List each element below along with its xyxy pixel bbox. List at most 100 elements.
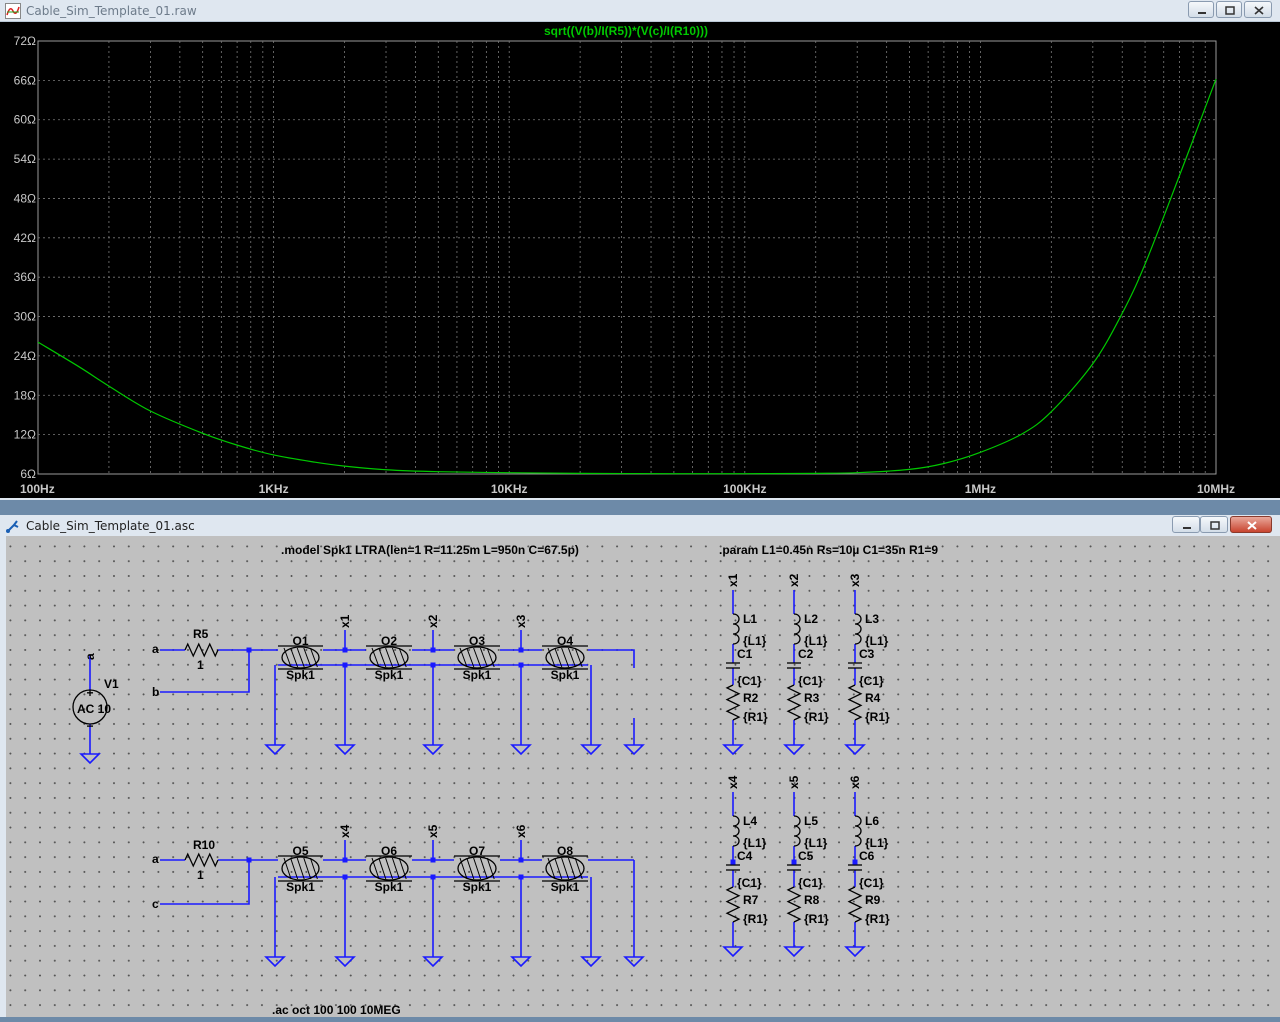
capacitor-value-label[interactable]: {C1} bbox=[737, 876, 762, 890]
ground-symbol[interactable] bbox=[722, 946, 744, 958]
line-name-label[interactable]: O8 bbox=[557, 844, 573, 858]
tap-label-x4[interactable]: x4 bbox=[338, 824, 352, 838]
tap-label-x2[interactable]: x2 bbox=[426, 614, 440, 628]
line-model-label[interactable]: Spk1 bbox=[375, 668, 404, 682]
ground-symbol[interactable] bbox=[844, 744, 866, 756]
ground-symbol[interactable] bbox=[334, 956, 356, 968]
line-model-label[interactable]: Spk1 bbox=[463, 880, 492, 894]
minimize-button[interactable] bbox=[1188, 1, 1214, 18]
inductor-name-label[interactable]: L4 bbox=[743, 814, 757, 828]
inductor-name-label[interactable]: L1 bbox=[743, 612, 757, 626]
inductor-value-label[interactable]: {L1} bbox=[743, 634, 767, 648]
capacitor-name-label[interactable]: C2 bbox=[798, 647, 814, 661]
close-button[interactable] bbox=[1244, 1, 1272, 18]
rlc-tap-label[interactable]: x6 bbox=[848, 775, 862, 789]
resistor-symbol[interactable] bbox=[786, 886, 802, 923]
resistor-symbol[interactable] bbox=[184, 852, 219, 868]
ground-symbol[interactable] bbox=[264, 956, 286, 968]
resistor-name-label[interactable]: R10 bbox=[193, 838, 215, 852]
rlc-tap-label[interactable]: x5 bbox=[787, 775, 801, 789]
ground-symbol[interactable] bbox=[580, 956, 602, 968]
model-directive[interactable]: .model Spk1 LTRA(len=1 R=11.25m L=950n C… bbox=[281, 543, 579, 557]
param-directive[interactable]: .param L1=0.45n Rs=10µ C1=35n R1=9 bbox=[719, 543, 938, 557]
plot-pane[interactable]: 6Ω 12Ω 18Ω 24Ω 30Ω 36Ω 42Ω 48Ω 54Ω 60Ω 66Ω 72Ω 100H… bbox=[0, 22, 1280, 498]
ground-symbol[interactable] bbox=[510, 956, 532, 968]
resistor-name-label[interactable]: R3 bbox=[804, 691, 820, 705]
capacitor-name-label[interactable]: C1 bbox=[737, 647, 753, 661]
inductor-name-label[interactable]: L2 bbox=[804, 612, 818, 626]
ground-symbol[interactable] bbox=[623, 744, 645, 756]
line-model-label[interactable]: Spk1 bbox=[551, 880, 580, 894]
capacitor-name-label[interactable]: C3 bbox=[859, 647, 875, 661]
close-button[interactable] bbox=[1230, 516, 1272, 533]
inductor-symbol[interactable] bbox=[732, 613, 740, 645]
plot-window[interactable]: Cable_Sim_Template_01.raw 6Ω 12Ω 18Ω 24Ω 30Ω… bbox=[0, 0, 1280, 500]
schematic-canvas[interactable]: + − a V1 AC 10 a R5 1 b O1 Spk1 O2 Spk1 O3 Spk1 O4 Spk1 x… bbox=[0, 536, 1280, 1017]
ground-symbol[interactable] bbox=[79, 753, 101, 765]
line-model-label[interactable]: Spk1 bbox=[375, 880, 404, 894]
schematic-window-titlebar[interactable]: Cable_Sim_Template_01.asc bbox=[0, 515, 1280, 537]
source-value-label[interactable]: AC 10 bbox=[77, 702, 111, 716]
inductor-name-label[interactable]: L5 bbox=[804, 814, 818, 828]
inductor-symbol[interactable] bbox=[793, 613, 801, 645]
capacitor-name-label[interactable]: C4 bbox=[737, 849, 753, 863]
ground-symbol[interactable] bbox=[623, 956, 645, 968]
resistor-name-label[interactable]: R2 bbox=[743, 691, 759, 705]
inductor-value-label[interactable]: {L1} bbox=[743, 836, 767, 850]
line-name-label[interactable]: O2 bbox=[381, 634, 397, 648]
maximize-button[interactable] bbox=[1216, 1, 1242, 18]
line-model-label[interactable]: Spk1 bbox=[286, 880, 315, 894]
line-name-label[interactable]: O4 bbox=[557, 634, 573, 648]
line-name-label[interactable]: O7 bbox=[469, 844, 485, 858]
resistor-symbol[interactable] bbox=[725, 886, 741, 923]
ac-directive[interactable]: .ac oct 100 100 10MEG bbox=[272, 1003, 401, 1017]
capacitor-name-label[interactable]: C5 bbox=[798, 849, 814, 863]
resistor-symbol[interactable] bbox=[786, 684, 802, 721]
inductor-name-label[interactable]: L6 bbox=[865, 814, 879, 828]
rlc-tap-label[interactable]: x3 bbox=[848, 573, 862, 587]
resistor-value-label[interactable]: {R1} bbox=[865, 912, 890, 926]
resistor-value-label[interactable]: {R1} bbox=[804, 912, 829, 926]
ground-symbol[interactable] bbox=[422, 956, 444, 968]
schematic-window[interactable]: Cable_Sim_Template_01.asc + − a V1 AC 10 a R5 1… bbox=[0, 515, 1280, 1017]
resistor-symbol[interactable] bbox=[725, 684, 741, 721]
capacitor-value-label[interactable]: {C1} bbox=[859, 674, 884, 688]
resistor-value-label[interactable]: 1 bbox=[197, 658, 204, 672]
ground-symbol[interactable] bbox=[783, 744, 805, 756]
net-label-a[interactable]: a bbox=[152, 642, 159, 656]
tap-label-x1[interactable]: x1 bbox=[338, 614, 352, 628]
capacitor-value-label[interactable]: {C1} bbox=[798, 674, 823, 688]
ground-symbol[interactable] bbox=[783, 946, 805, 958]
inductor-symbol[interactable] bbox=[854, 815, 862, 847]
resistor-symbol[interactable] bbox=[847, 886, 863, 923]
resistor-value-label[interactable]: {R1} bbox=[743, 912, 768, 926]
inductor-value-label[interactable]: {L1} bbox=[865, 836, 889, 850]
resistor-name-label[interactable]: R4 bbox=[865, 691, 881, 705]
tap-label-x5[interactable]: x5 bbox=[426, 824, 440, 838]
inductor-name-label[interactable]: L3 bbox=[865, 612, 879, 626]
line-model-label[interactable]: Spk1 bbox=[463, 668, 492, 682]
rlc-tap-label[interactable]: x1 bbox=[726, 573, 740, 587]
line-model-label[interactable]: Spk1 bbox=[551, 668, 580, 682]
line-name-label[interactable]: O3 bbox=[469, 634, 485, 648]
resistor-value-label[interactable]: {R1} bbox=[865, 710, 890, 724]
inductor-symbol[interactable] bbox=[793, 815, 801, 847]
minimize-button[interactable] bbox=[1172, 516, 1200, 533]
maximize-button[interactable] bbox=[1200, 516, 1228, 533]
ground-symbol[interactable] bbox=[334, 744, 356, 756]
net-label-a[interactable]: a bbox=[152, 852, 159, 866]
ground-symbol[interactable] bbox=[422, 744, 444, 756]
capacitor-name-label[interactable]: C6 bbox=[859, 849, 875, 863]
line-name-label[interactable]: O1 bbox=[292, 634, 308, 648]
ground-symbol[interactable] bbox=[264, 744, 286, 756]
capacitor-value-label[interactable]: {C1} bbox=[798, 876, 823, 890]
resistor-name-label[interactable]: R8 bbox=[804, 893, 820, 907]
plot-window-titlebar[interactable]: Cable_Sim_Template_01.raw bbox=[0, 0, 1280, 22]
resistor-name-label[interactable]: R7 bbox=[743, 893, 759, 907]
resistor-value-label[interactable]: {R1} bbox=[743, 710, 768, 724]
inductor-value-label[interactable]: {L1} bbox=[804, 836, 828, 850]
ground-symbol[interactable] bbox=[722, 744, 744, 756]
ground-symbol[interactable] bbox=[844, 946, 866, 958]
resistor-value-label[interactable]: {R1} bbox=[804, 710, 829, 724]
net-label-b[interactable]: b bbox=[152, 685, 159, 699]
